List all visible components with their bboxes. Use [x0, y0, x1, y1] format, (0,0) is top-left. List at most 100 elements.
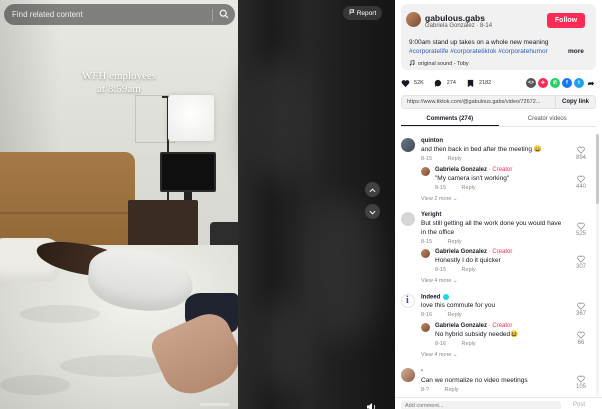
- comment-meta: 8-16 Reply: [421, 312, 462, 318]
- video-player[interactable]: WFH employees at 8:59am Report: [0, 0, 395, 409]
- reply-button[interactable]: Reply: [448, 239, 462, 245]
- report-button[interactable]: Report: [343, 6, 382, 20]
- next-video-button[interactable]: [365, 204, 380, 219]
- reply-meta: 8-16 Reply: [435, 341, 476, 347]
- pin-icon[interactable]: ✈: [538, 78, 548, 88]
- follow-button[interactable]: Follow: [547, 13, 585, 28]
- comment-like[interactable]: 105: [573, 375, 589, 390]
- save-action[interactable]: 2182: [466, 79, 491, 88]
- sheet-fold: [60, 355, 170, 377]
- comment-text: love this commute for you: [421, 302, 496, 309]
- reply-like[interactable]: 440: [573, 175, 589, 190]
- add-comment-input[interactable]: [401, 401, 561, 409]
- like-action[interactable]: 52K: [401, 79, 424, 88]
- video-progress-bar[interactable]: [200, 403, 230, 406]
- reply-button[interactable]: Reply: [462, 185, 476, 191]
- tab-comments[interactable]: Comments (274): [401, 113, 499, 126]
- caption-hashtags[interactable]: #corporatelife #corporatetiktok #corpora…: [409, 47, 559, 56]
- reply-meta: 8-15 Reply: [435, 267, 476, 273]
- comment-meta: 8-15 Reply: [421, 156, 462, 162]
- comment-like-count: 105: [575, 384, 586, 390]
- reply-like-count: 307: [575, 264, 586, 270]
- avatar[interactable]: [421, 249, 430, 258]
- comment-like[interactable]: 525: [573, 222, 589, 237]
- reply-button[interactable]: Reply: [448, 156, 462, 162]
- comment-date: 8-?: [421, 387, 429, 393]
- embed-icon[interactable]: <>: [526, 78, 536, 88]
- creator-badge-label: Creator: [492, 249, 513, 255]
- author-card: gabulous.gabs Gabriela Gonzalez · 8-14 F…: [401, 4, 596, 70]
- heart-outline-icon: [577, 375, 585, 383]
- view-more-replies[interactable]: View 4 more ⌄: [421, 278, 458, 284]
- heart-icon: [401, 79, 410, 88]
- view-more-replies[interactable]: View 4 more ⌄: [421, 352, 458, 358]
- scrollbar-thumb[interactable]: [596, 134, 599, 204]
- comment-action[interactable]: 274: [434, 79, 456, 88]
- comment-like[interactable]: 894: [573, 146, 589, 161]
- heart-outline-icon: [577, 302, 585, 310]
- sheet-fold: [0, 375, 70, 395]
- reply-text: No hybrid subsidy needed😆: [435, 331, 519, 338]
- reply-author[interactable]: Gabriela Gonzalez · Creator: [435, 167, 512, 173]
- related-search-bar[interactable]: [4, 4, 235, 25]
- reply-like-count: 440: [575, 184, 586, 190]
- reply-button[interactable]: Reply: [448, 312, 462, 318]
- bookmark-icon: [466, 79, 475, 88]
- facebook-icon[interactable]: f: [562, 78, 572, 88]
- comment-author[interactable]: Yeright: [421, 212, 441, 218]
- reply-like[interactable]: 66: [573, 331, 589, 346]
- comment-scrollbar[interactable]: [596, 134, 599, 396]
- reply-date: 8-15: [435, 185, 447, 191]
- heart-outline-icon: [577, 175, 585, 183]
- blur-blob: [308, 200, 378, 340]
- twitter-icon[interactable]: t: [574, 78, 584, 88]
- reply-author-name: Gabriela Gonzalez: [435, 249, 488, 255]
- avatar[interactable]: [401, 212, 415, 226]
- video-frame[interactable]: WFH employees at 8:59am: [0, 0, 238, 409]
- chevron-down-icon: [369, 203, 376, 221]
- reply-button[interactable]: Reply: [462, 341, 476, 347]
- avatar[interactable]: [401, 138, 415, 152]
- avatar[interactable]: [421, 323, 430, 332]
- video-url[interactable]: https://www.tiktok.com/@gabulous.gabs/vi…: [402, 99, 555, 105]
- reply-author[interactable]: Gabriela Gonzalez · Creator: [435, 323, 512, 329]
- author-username[interactable]: gabulous.gabs: [425, 13, 485, 23]
- copy-link-row: https://www.tiktok.com/@gabulous.gabs/vi…: [401, 95, 596, 109]
- heart-outline-icon: [577, 255, 585, 263]
- volume-icon[interactable]: [366, 399, 378, 409]
- view-more-replies[interactable]: View 2 more ⌄: [421, 196, 458, 202]
- comment-text: and then back in bed after the meeting 😄: [421, 146, 542, 153]
- comment-author[interactable]: Indeed: [421, 294, 450, 301]
- reply-button[interactable]: Reply: [462, 267, 476, 273]
- related-search-input[interactable]: [12, 10, 206, 19]
- previous-video-button[interactable]: [365, 182, 380, 197]
- reply-button[interactable]: Reply: [444, 387, 458, 393]
- caption-text: 9:00am stand up takes on a whole new mea…: [409, 39, 549, 46]
- comment-author[interactable]: quinton: [421, 138, 443, 144]
- whatsapp-icon[interactable]: ✆: [550, 78, 560, 88]
- video-caption: 9:00am stand up takes on a whole new mea…: [409, 38, 559, 56]
- blur-blob: [248, 60, 308, 180]
- creator-badge-label: Creator: [492, 323, 513, 329]
- avatar[interactable]: [421, 167, 430, 176]
- creator-badge: · Creator: [488, 167, 513, 173]
- avatar[interactable]: [406, 12, 421, 27]
- avatar[interactable]: [401, 368, 415, 382]
- reply-like[interactable]: 307: [573, 255, 589, 270]
- avatar[interactable]: i: [401, 294, 415, 308]
- post-button[interactable]: Post: [573, 402, 585, 408]
- comment-like[interactable]: 367: [573, 302, 589, 317]
- more-button[interactable]: more: [568, 48, 584, 55]
- reply-author[interactable]: Gabriela Gonzalez · Creator: [435, 249, 512, 255]
- comment-meta: 8-? Reply: [421, 387, 459, 393]
- view-more-label: View 4 more: [421, 352, 452, 358]
- search-icon[interactable]: [219, 6, 229, 24]
- copy-link-button[interactable]: Copy link: [554, 96, 595, 108]
- sound-link[interactable]: original sound - Toby: [409, 60, 469, 68]
- comment-author[interactable]: -: [421, 368, 423, 374]
- chevron-down-icon: ⌄: [453, 196, 458, 202]
- tab-creator-videos[interactable]: Creator videos: [499, 113, 597, 126]
- share-icon[interactable]: ➦: [586, 78, 596, 88]
- author-subline: Gabriela Gonzalez · 8-14: [425, 23, 492, 29]
- comment-like-count: 367: [575, 311, 586, 317]
